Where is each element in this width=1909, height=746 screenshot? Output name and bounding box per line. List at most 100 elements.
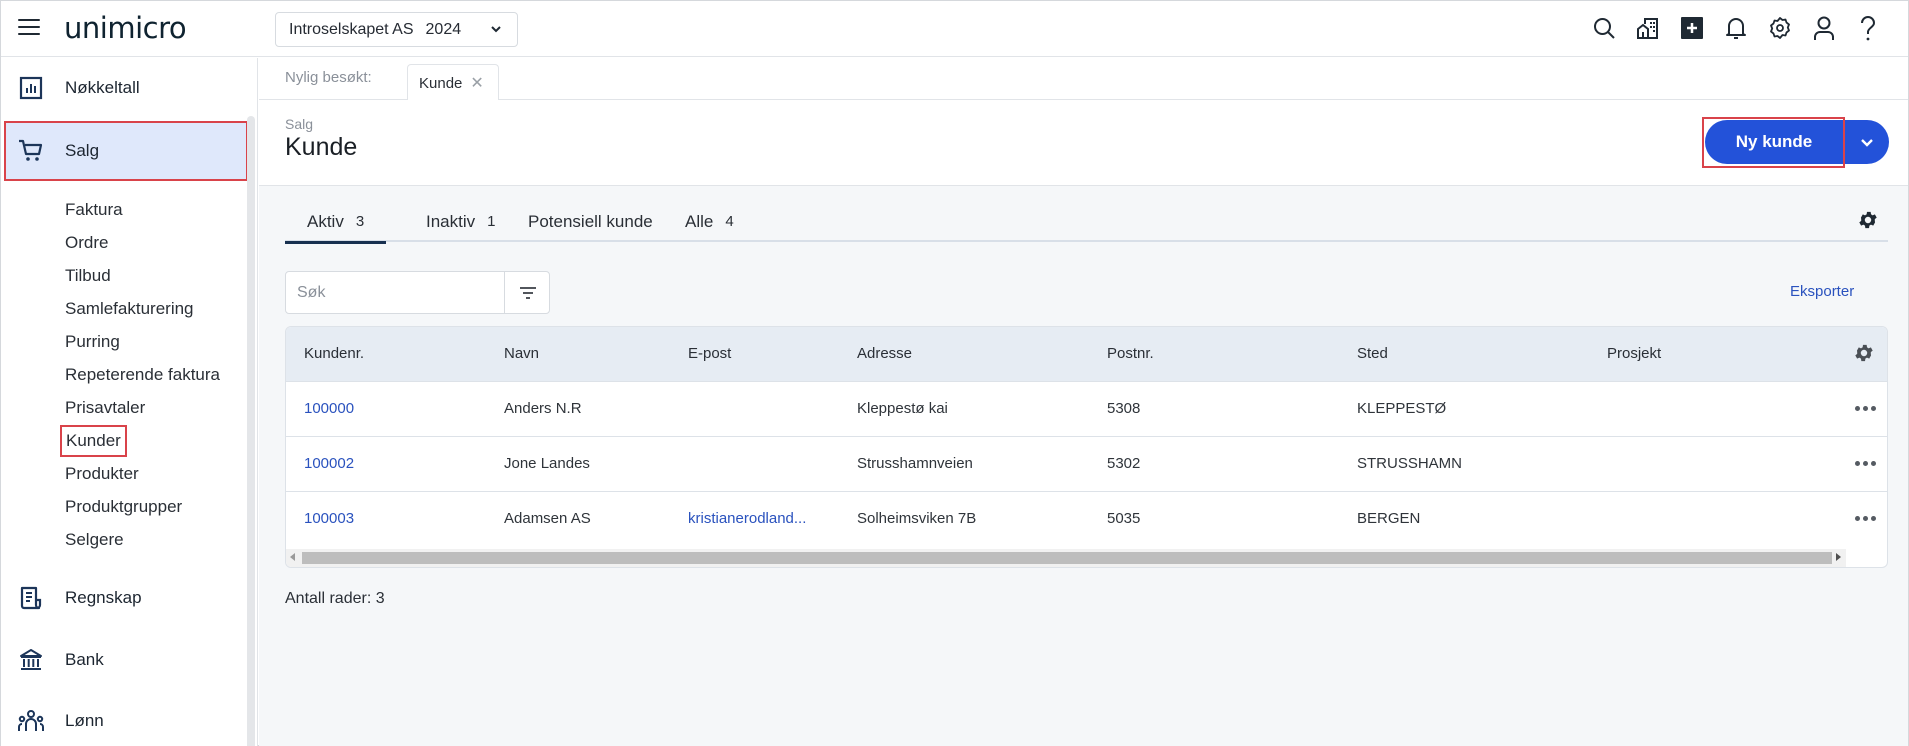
sidebar-subitem-produktgrupper[interactable]: Produktgrupper [65, 496, 182, 518]
column-settings-gear-icon[interactable] [1853, 342, 1875, 364]
sidebar-subitem-kunder[interactable]: Kunder [60, 425, 127, 457]
cell-navn: Adamsen AS [504, 510, 591, 527]
tab-label: Inaktiv [426, 211, 476, 231]
new-customer-dropdown-button[interactable] [1845, 120, 1889, 164]
sidebar-item-label: Nøkkeltall [65, 78, 140, 97]
tab-count: 4 [725, 213, 734, 230]
recent-label: Nylig besøkt: [285, 69, 372, 86]
sidebar-item-bank[interactable]: Bank [4, 630, 248, 690]
column-header-epost[interactable]: E-post [688, 345, 731, 362]
page-header: Salg Kunde Ny kunde [259, 100, 1908, 186]
tab-count: 1 [487, 213, 496, 230]
sidebar-item-salg[interactable]: Salg [4, 121, 248, 181]
column-header-postnr[interactable]: Postnr. [1107, 345, 1154, 362]
search-input[interactable] [286, 272, 504, 313]
tab-potensiell-kunde[interactable]: Potensiell kunde [528, 201, 653, 242]
row-more-icon[interactable] [1855, 511, 1879, 525]
cell-postnr: 5035 [1107, 510, 1141, 527]
sidebar-subitem-faktura[interactable]: Faktura [65, 199, 123, 221]
settings-icon[interactable] [1767, 15, 1792, 41]
table-row[interactable]: 100000 Anders N.R Kleppestø kai 5308 KLE… [286, 381, 1887, 436]
row-more-icon[interactable] [1855, 401, 1879, 415]
table-row[interactable]: 100002 Jone Landes Strusshamnveien 5302 … [286, 436, 1887, 491]
sidebar-item-label: Regnskap [65, 588, 142, 607]
cell-adresse: Solheimsviken 7B [857, 510, 977, 527]
sidebar-item-label: Salg [65, 141, 100, 160]
sidebar-scrollbar[interactable] [247, 116, 255, 746]
new-customer-button[interactable]: Ny kunde [1705, 120, 1843, 164]
table-row[interactable]: 100003 Adamsen AS kristianerodland... So… [286, 491, 1887, 546]
table-header: Kundenr. Navn E-post Adresse Postnr. Ste… [286, 327, 1887, 381]
column-header-kundenr[interactable]: Kundenr. [304, 345, 364, 362]
sidebar-subitem-prisavtaler[interactable]: Prisavtaler [65, 397, 145, 419]
filter-icon [519, 286, 536, 299]
sidebar-item-regnskap[interactable]: Regnskap [4, 568, 248, 628]
cell-kundenr[interactable]: 100000 [304, 400, 354, 417]
column-header-adresse[interactable]: Adresse [857, 345, 912, 362]
ledger-icon [18, 585, 44, 611]
top-bar: unimicro Introselskapet AS 2024 [1, 1, 1908, 57]
cell-adresse: Kleppestø kai [857, 400, 948, 417]
tab-inaktiv[interactable]: Inaktiv 1 [426, 201, 495, 242]
user-icon[interactable] [1811, 15, 1836, 41]
cell-navn: Jone Landes [504, 455, 590, 472]
cell-postnr: 5308 [1107, 400, 1141, 417]
sidebar-item-lonn[interactable]: Lønn [4, 691, 248, 746]
column-header-prosjekt[interactable]: Prosjekt [1607, 345, 1661, 362]
tab-label: Aktiv [307, 211, 344, 231]
sidebar-subitem-repeterende-faktura[interactable]: Repeterende faktura [65, 364, 220, 386]
add-icon[interactable] [1679, 15, 1704, 41]
tab-alle[interactable]: Alle 4 [685, 201, 734, 242]
cell-epost[interactable]: kristianerodland... [688, 510, 806, 527]
column-header-navn[interactable]: Navn [504, 345, 539, 362]
tab-aktiv[interactable]: Aktiv 3 [284, 201, 387, 244]
cell-navn: Anders N.R [504, 400, 582, 417]
search-box [285, 271, 550, 314]
tab-label: Alle [685, 211, 714, 231]
page-title: Kunde [285, 133, 358, 161]
sidebar-subitem-samlefakturering[interactable]: Samlefakturering [65, 298, 194, 320]
main-content: Nylig besøkt: Kunde ✕ Salg Kunde Ny kund… [259, 58, 1908, 746]
tab-label: Potensiell kunde [528, 211, 653, 231]
search-icon[interactable] [1591, 15, 1616, 41]
sidebar-subitem-selgere[interactable]: Selgere [65, 529, 124, 551]
breadcrumb[interactable]: Salg [285, 116, 313, 132]
help-icon[interactable] [1855, 15, 1880, 41]
company-building-icon[interactable] [1635, 15, 1660, 41]
scrollbar-thumb[interactable] [302, 552, 1832, 564]
bank-icon [18, 647, 44, 673]
cart-icon [18, 138, 44, 164]
cell-sted: KLEPPESTØ [1357, 400, 1447, 417]
scroll-right-icon[interactable] [1836, 553, 1841, 561]
scroll-left-icon[interactable] [290, 553, 295, 561]
sidebar-subitem-purring[interactable]: Purring [65, 331, 120, 353]
sidebar-subitem-ordre[interactable]: Ordre [65, 232, 108, 254]
tabs-settings-gear-icon[interactable] [1857, 209, 1879, 231]
row-more-icon[interactable] [1855, 456, 1879, 470]
company-selector[interactable]: Introselskapet AS 2024 [275, 12, 518, 47]
filter-button[interactable] [504, 272, 550, 313]
close-icon[interactable]: ✕ [470, 73, 483, 93]
company-name: Introselskapet AS [289, 20, 414, 38]
sidebar-subitem-tilbud[interactable]: Tilbud [65, 265, 111, 287]
bell-icon[interactable] [1723, 15, 1748, 41]
cell-sted: BERGEN [1357, 510, 1421, 527]
column-header-sted[interactable]: Sted [1357, 345, 1388, 362]
horizontal-scrollbar[interactable] [286, 549, 1846, 567]
customer-table: Kundenr. Navn E-post Adresse Postnr. Ste… [285, 326, 1888, 568]
sidebar: Nøkkeltall Salg Faktura Ordre Tilbud Sam… [1, 58, 258, 746]
cell-kundenr[interactable]: 100002 [304, 455, 354, 472]
row-count: Antall rader: 3 [285, 590, 385, 607]
recent-tab-label: Kunde [419, 74, 463, 92]
chevron-down-icon [491, 26, 501, 33]
sidebar-item-nokkeltall[interactable]: Nøkkeltall [4, 58, 248, 118]
cell-adresse: Strusshamnveien [857, 455, 973, 472]
cell-kundenr[interactable]: 100003 [304, 510, 354, 527]
menu-icon[interactable] [18, 19, 40, 37]
recent-tab-kunde[interactable]: Kunde ✕ [407, 64, 499, 101]
chart-icon [18, 75, 44, 101]
export-link[interactable]: Eksporter [1790, 283, 1854, 300]
tab-count: 3 [355, 213, 365, 230]
sidebar-subitem-produkter[interactable]: Produkter [65, 463, 139, 485]
sidebar-item-label: Lønn [65, 711, 104, 730]
